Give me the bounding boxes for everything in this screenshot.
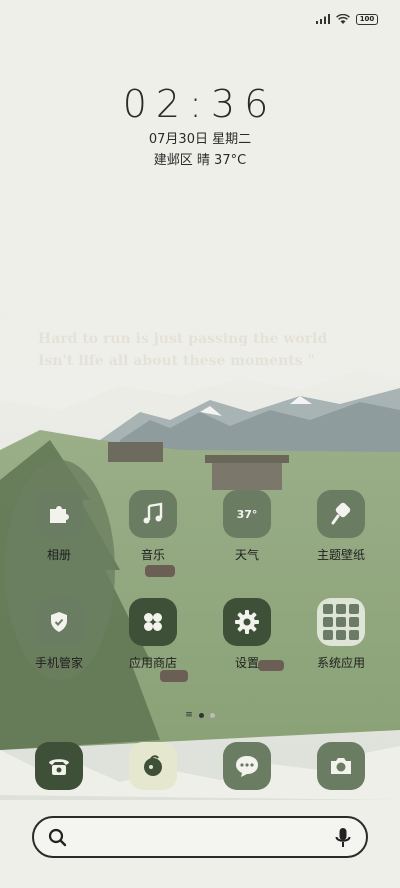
app-label: 设置 (234, 656, 259, 670)
folder-icon (317, 598, 365, 646)
dock-camera[interactable] (317, 742, 365, 790)
gear-icon (223, 598, 271, 646)
camera-icon (331, 758, 351, 774)
dock-messages[interactable] (223, 742, 271, 790)
app-store-icon (129, 598, 177, 646)
wallpaper-quote: Hard to run is just passing the world Is… (38, 331, 328, 369)
app-label: 手机管家 (34, 656, 83, 670)
message-icon (236, 756, 258, 777)
app-label: 主题壁纸 (316, 548, 365, 562)
music-note-icon (129, 490, 177, 538)
browser-icon (144, 755, 162, 776)
status-bar: 100 (316, 10, 378, 28)
app-phone-manager[interactable]: 手机管家 (19, 598, 99, 671)
app-gallery[interactable]: 相册 (19, 490, 99, 563)
search-bar[interactable] (32, 816, 368, 858)
app-label: 音乐 (140, 548, 165, 562)
app-themes[interactable]: 主题壁纸 (301, 490, 381, 563)
page-dot-active (198, 713, 204, 718)
menu-lines-icon: ≡ (185, 710, 193, 720)
app-label: 相册 (46, 548, 71, 562)
shield-check-icon (35, 598, 83, 646)
app-music[interactable]: 音乐 (113, 490, 193, 563)
app-label: 应用商店 (128, 656, 177, 670)
dock-browser[interactable] (129, 742, 177, 790)
app-settings[interactable]: 设置 (207, 598, 287, 671)
dock-phone[interactable] (35, 742, 83, 790)
paint-brush-icon (317, 490, 365, 538)
phone-icon (49, 759, 69, 775)
page-dot (209, 713, 215, 718)
weather-icon: 37° (223, 490, 271, 538)
app-store[interactable]: 应用商店 (113, 598, 193, 671)
battery-icon: 100 (356, 13, 378, 25)
lockscreen-time: 02:36 (122, 82, 278, 126)
app-label: 系统应用 (316, 656, 365, 670)
search-icon (48, 828, 67, 847)
page-indicator[interactable]: ≡ (0, 710, 400, 720)
wifi-icon (336, 13, 350, 24)
app-weather[interactable]: 37° 天气 (207, 490, 287, 563)
microphone-icon[interactable] (334, 827, 352, 849)
weather-badge: 37° (236, 507, 258, 521)
lockscreen-date: 07月30日 星期二 (148, 132, 252, 147)
app-system-folder[interactable]: 系统应用 (301, 598, 381, 671)
signal-icon (316, 14, 330, 24)
puzzle-icon (35, 490, 83, 538)
app-label: 天气 (234, 548, 259, 562)
lockscreen-weather: 建邺区 晴 37°C (153, 153, 247, 168)
